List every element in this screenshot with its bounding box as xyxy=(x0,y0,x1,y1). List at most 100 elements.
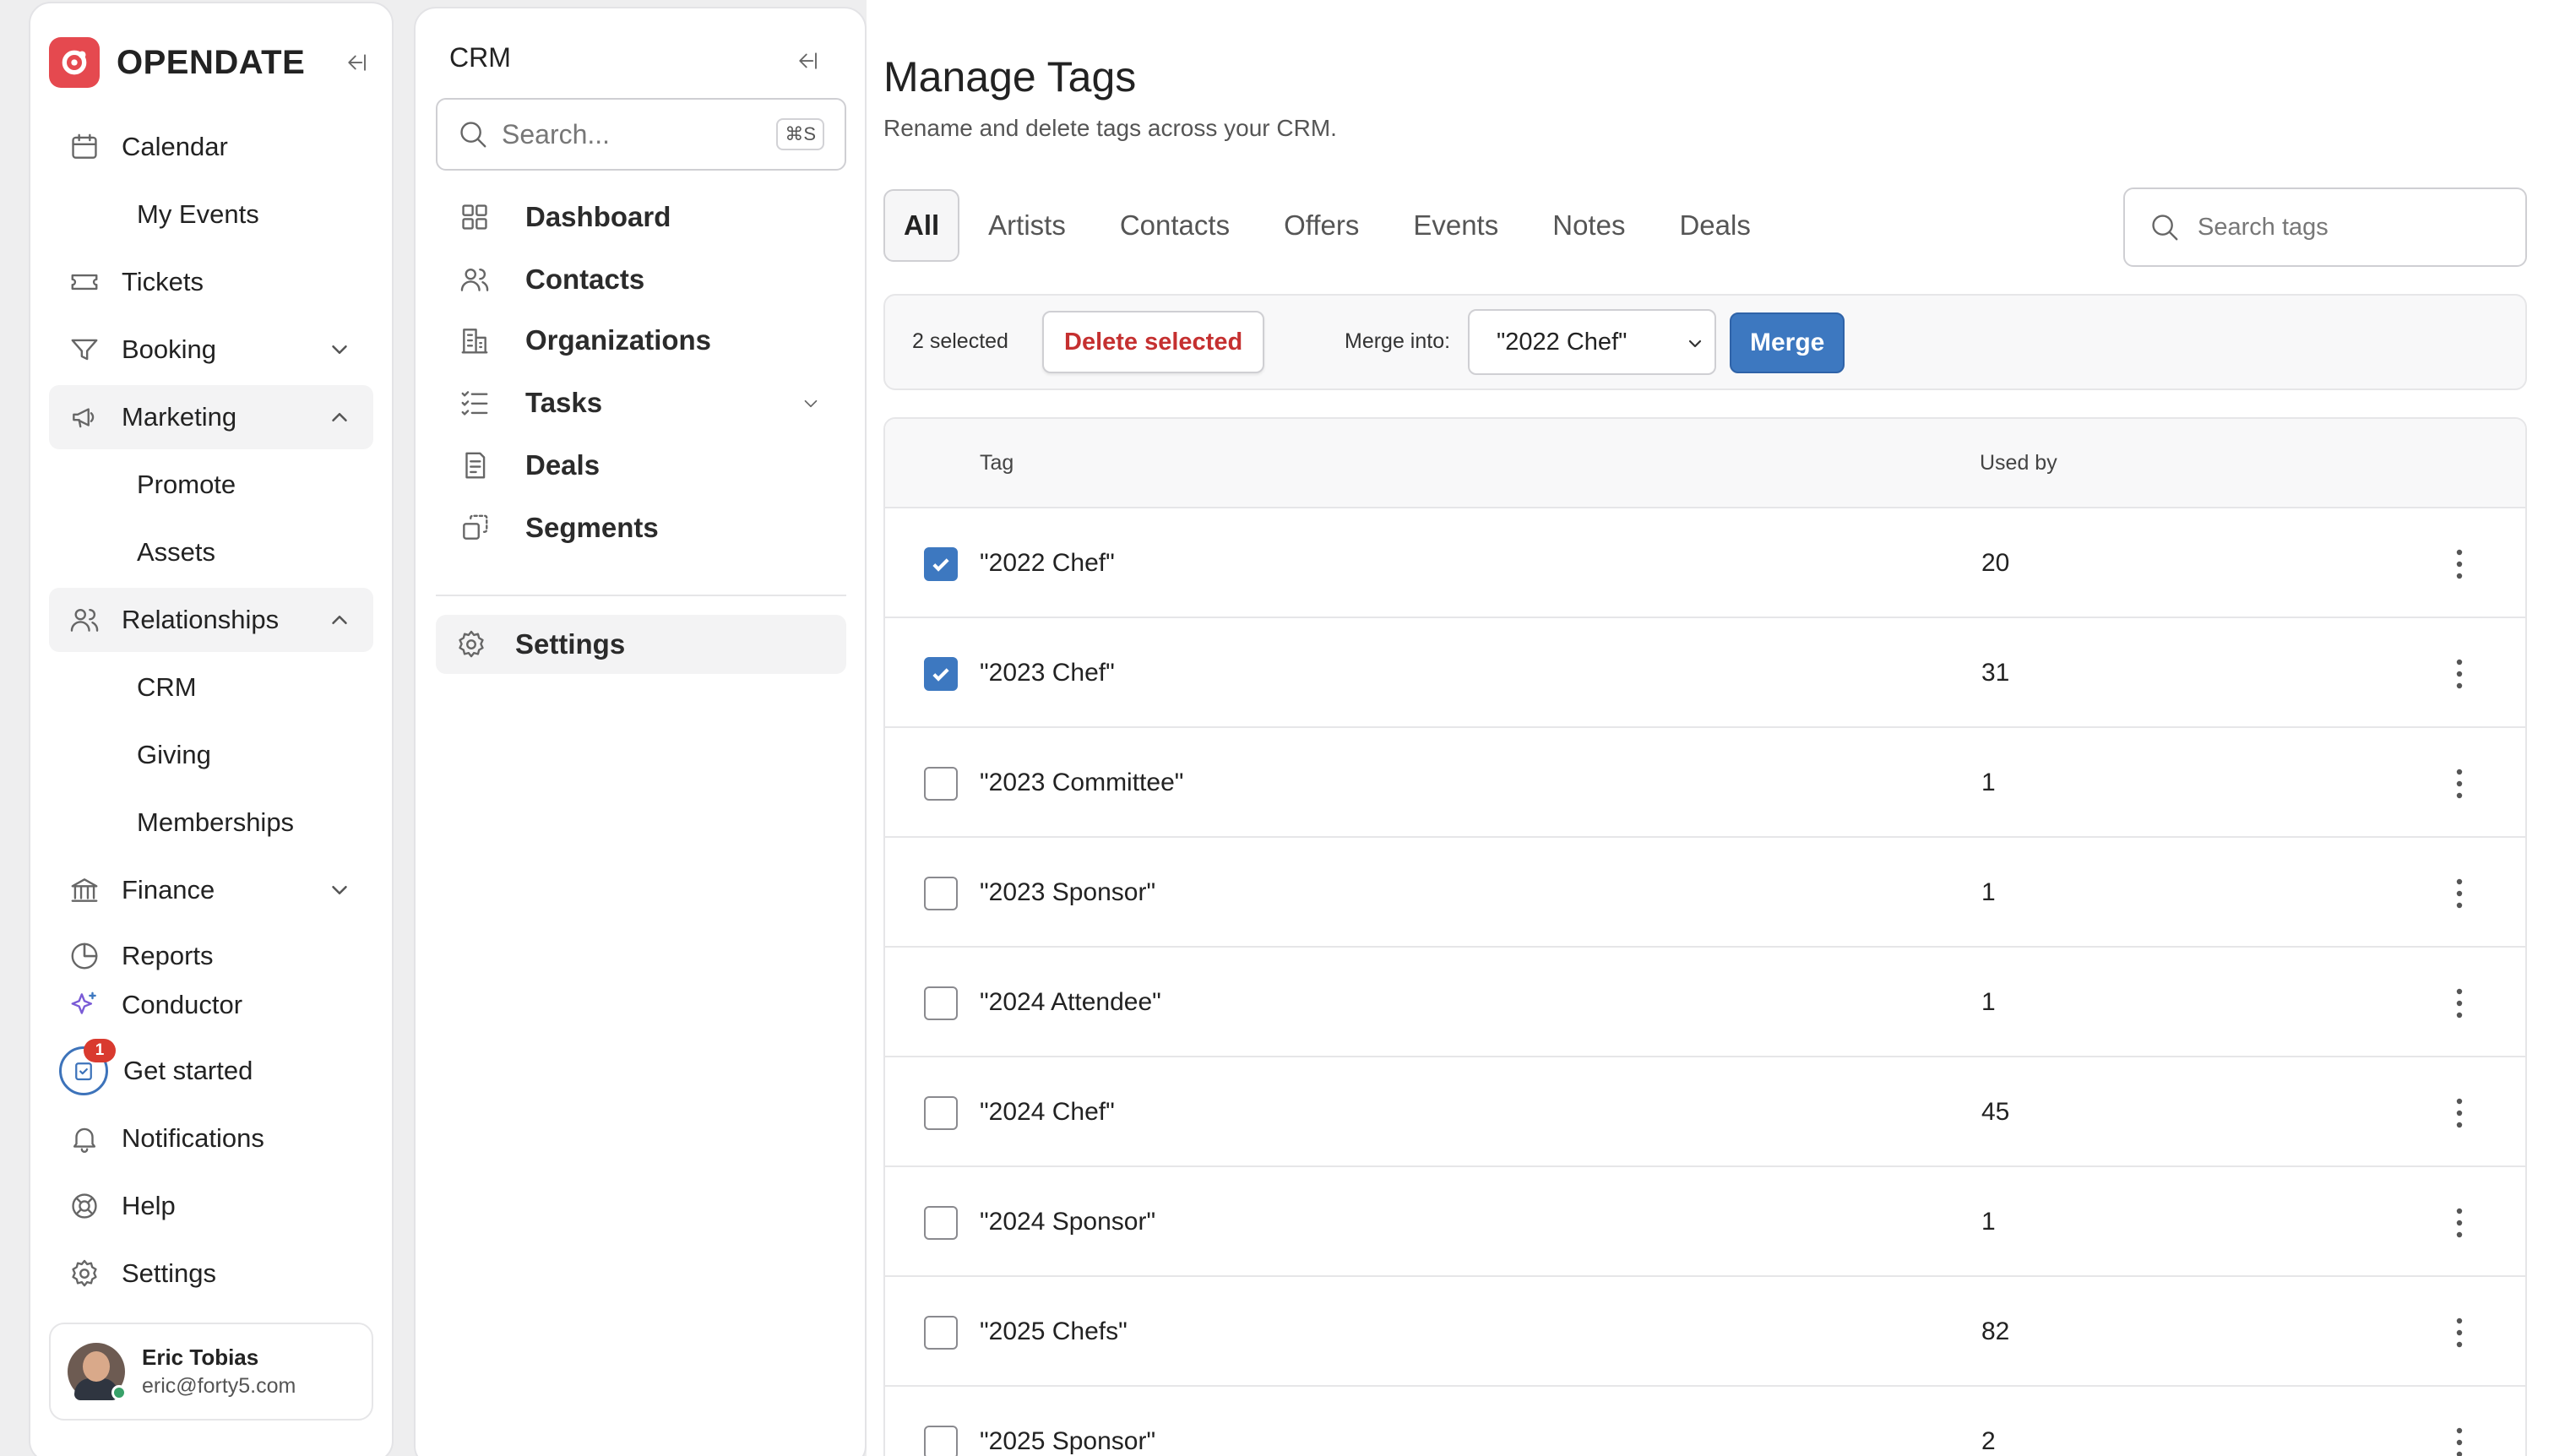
column-header-tag: Tag xyxy=(980,451,1014,475)
more-options-icon[interactable] xyxy=(2443,875,2476,912)
more-options-icon[interactable] xyxy=(2443,1204,2476,1241)
collapse-panel-icon[interactable] xyxy=(789,42,826,79)
tag-search-input[interactable] xyxy=(2198,213,2502,242)
row-checkbox[interactable] xyxy=(924,1316,958,1350)
more-options-icon[interactable] xyxy=(2443,546,2476,583)
checkmark-icon xyxy=(932,668,949,682)
opendate-logo[interactable]: OPENDATE xyxy=(49,37,305,88)
filter-icon xyxy=(66,331,103,368)
chevron-down-icon[interactable] xyxy=(324,334,355,365)
crm-item-label: Organizations xyxy=(525,324,712,356)
table-row[interactable]: "2024 Attendee" 1 xyxy=(885,948,2525,1057)
tag-name: "2024 Chef" xyxy=(980,1098,1115,1126)
nav-item-finance[interactable]: Finance xyxy=(49,858,373,922)
nav-item-memberships[interactable]: Memberships xyxy=(49,790,373,855)
nav-item-crm[interactable]: CRM xyxy=(49,655,373,720)
tab-events[interactable]: Events xyxy=(1388,189,1524,262)
chevron-down-icon[interactable] xyxy=(324,875,355,905)
more-options-icon[interactable] xyxy=(2443,985,2476,1022)
row-checkbox[interactable] xyxy=(924,547,958,581)
crm-item-dashboard[interactable]: Dashboard xyxy=(436,187,846,247)
used-by-count: 2 xyxy=(1981,1427,1996,1455)
nav-label: Booking xyxy=(122,334,217,364)
nav-label: Tickets xyxy=(122,267,204,296)
bulk-actions-bar: 2 selected Delete selected Merge into: "… xyxy=(883,294,2527,390)
chevron-down-icon[interactable] xyxy=(796,388,826,419)
checklist-icon: 1 xyxy=(59,1039,116,1095)
crm-item-segments[interactable]: Segments xyxy=(436,498,846,557)
nav-item-help[interactable]: Help xyxy=(49,1174,373,1238)
page-subtitle: Rename and delete tags across your CRM. xyxy=(883,115,1337,141)
tag-search-box[interactable] xyxy=(2123,187,2527,267)
nav-item-calendar[interactable]: Calendar xyxy=(49,115,373,179)
more-options-icon[interactable] xyxy=(2443,1314,2476,1351)
more-options-icon[interactable] xyxy=(2443,765,2476,802)
tab-all[interactable]: All xyxy=(883,189,960,262)
nav-item-tickets[interactable]: Tickets xyxy=(49,250,373,314)
row-checkbox[interactable] xyxy=(924,1206,958,1240)
delete-selected-button[interactable]: Delete selected xyxy=(1042,311,1265,373)
row-checkbox[interactable] xyxy=(924,657,958,691)
user-profile-card[interactable]: Eric Tobias eric@forty5.com xyxy=(49,1323,373,1421)
nav-item-settings[interactable]: Settings xyxy=(49,1241,373,1306)
checklist-icon xyxy=(456,384,493,421)
table-row[interactable]: "2024 Sponsor" 1 xyxy=(885,1167,2525,1277)
table-row[interactable]: "2025 Chefs" 82 xyxy=(885,1277,2525,1387)
row-checkbox[interactable] xyxy=(924,767,958,801)
megaphone-icon xyxy=(66,399,103,436)
nav-item-relationships[interactable]: Relationships xyxy=(49,588,373,652)
row-checkbox[interactable] xyxy=(924,1096,958,1130)
more-options-icon[interactable] xyxy=(2443,655,2476,693)
table-row[interactable]: "2022 Chef" 20 xyxy=(885,508,2525,618)
tag-type-tabs: All Artists Contacts Offers Events Notes… xyxy=(883,189,1780,262)
page-title: Manage Tags xyxy=(883,53,1137,101)
crm-item-settings[interactable]: Settings xyxy=(436,615,846,674)
more-options-icon[interactable] xyxy=(2443,1424,2476,1456)
table-row[interactable]: "2024 Chef" 45 xyxy=(885,1057,2525,1167)
nav-item-giving[interactable]: Giving xyxy=(49,723,373,787)
tab-notes[interactable]: Notes xyxy=(1527,189,1650,262)
nav-item-notifications[interactable]: Notifications xyxy=(49,1106,373,1171)
tag-name: "2025 Chefs" xyxy=(980,1317,1128,1345)
table-row[interactable]: "2023 Sponsor" 1 xyxy=(885,838,2525,948)
crm-item-label: Settings xyxy=(515,628,626,660)
nav-label: Assets xyxy=(137,537,216,567)
nav-item-marketing[interactable]: Marketing xyxy=(49,385,373,449)
tab-offers[interactable]: Offers xyxy=(1258,189,1384,262)
crm-item-contacts[interactable]: Contacts xyxy=(436,250,846,309)
user-email: eric@forty5.com xyxy=(142,1374,296,1398)
crm-search-box[interactable]: ⌘S xyxy=(436,98,846,171)
more-options-icon[interactable] xyxy=(2443,1095,2476,1132)
merge-button[interactable]: Merge xyxy=(1730,312,1845,373)
row-checkbox[interactable] xyxy=(924,1426,958,1456)
tab-contacts[interactable]: Contacts xyxy=(1095,189,1255,262)
tag-name: "2024 Attendee" xyxy=(980,988,1161,1016)
crm-item-tasks[interactable]: Tasks xyxy=(436,373,846,432)
table-row[interactable]: "2023 Committee" 1 xyxy=(885,728,2525,838)
nav-item-conductor[interactable]: Conductor xyxy=(49,975,373,1035)
nav-item-assets[interactable]: Assets xyxy=(49,520,373,584)
crm-item-deals[interactable]: Deals xyxy=(436,436,846,495)
nav-label: My Events xyxy=(137,199,259,229)
crm-item-organizations[interactable]: Organizations xyxy=(436,311,846,370)
table-row[interactable]: "2025 Sponsor" 2 xyxy=(885,1387,2525,1456)
collapse-sidebar-icon[interactable] xyxy=(338,44,375,81)
nav-label: Help xyxy=(122,1191,176,1220)
row-checkbox[interactable] xyxy=(924,986,958,1020)
chevron-up-icon[interactable] xyxy=(324,402,355,432)
tab-deals[interactable]: Deals xyxy=(1654,189,1775,262)
row-checkbox[interactable] xyxy=(924,877,958,910)
nav-item-promote[interactable]: Promote xyxy=(49,453,373,517)
crm-search-input[interactable] xyxy=(502,118,755,150)
nav-item-my-events[interactable]: My Events xyxy=(49,182,373,247)
table-row[interactable]: "2023 Chef" 31 xyxy=(885,618,2525,728)
chevron-down-icon xyxy=(1682,331,1708,356)
tag-name: "2025 Sponsor" xyxy=(980,1427,1156,1455)
chevron-up-icon[interactable] xyxy=(324,605,355,635)
crm-sidebar: CRM ⌘S Dashboard Contacts Organizations … xyxy=(414,7,867,1456)
tab-artists[interactable]: Artists xyxy=(963,189,1091,262)
nav-item-get-started[interactable]: 1 Get started xyxy=(49,1039,373,1103)
used-by-count: 1 xyxy=(1981,878,1996,906)
merge-target-select[interactable]: "2022 Chef" xyxy=(1468,309,1716,375)
nav-item-booking[interactable]: Booking xyxy=(49,318,373,382)
